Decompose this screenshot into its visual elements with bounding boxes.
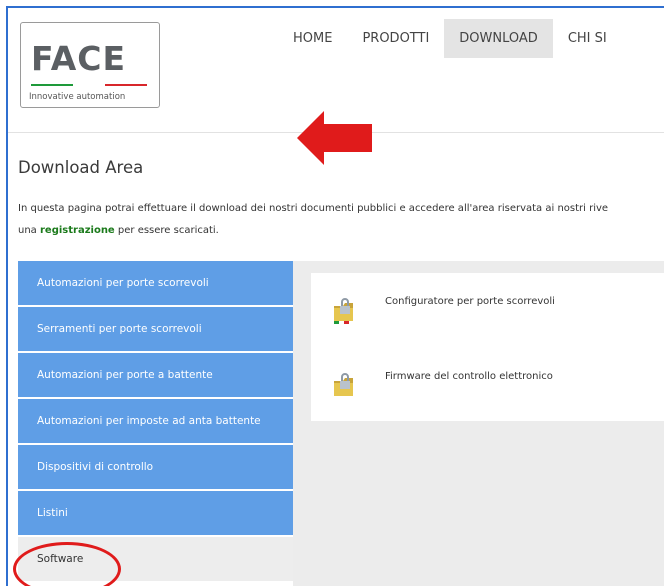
intro-suffix: per essere scaricati. [114,225,219,236]
nav-chi-siamo[interactable]: CHI SI [553,19,622,58]
logo-red-stripe [105,84,147,86]
face-logo[interactable]: FACE Innovative automation [20,22,160,108]
page-title: Download Area [18,158,144,177]
locked-folder-icon [331,373,361,403]
nav-download[interactable]: DOWNLOAD [444,18,553,58]
nav-home[interactable]: HOME [278,19,347,58]
download-label[interactable]: Firmware del controllo elettronico [385,371,553,382]
download-list: Configuratore per porte scorrevoli Firmw… [311,273,664,421]
nav-prodotti[interactable]: PRODOTTI [347,19,444,58]
logo-green-stripe [31,84,73,86]
category-sidebar: Automazioni per porte scorrevoli Serrame… [18,261,293,583]
logo-tagline: Innovative automation [29,92,126,102]
browser-page: FACE Innovative automation HOME PRODOTTI… [6,6,664,586]
download-item[interactable]: Configuratore per porte scorrevoli [331,296,555,328]
intro-text: In questa pagina potrai effettuare il do… [18,198,664,242]
sidebar-item-serramenti-scorrevoli[interactable]: Serramenti per porte scorrevoli [18,307,293,353]
sidebar-item-listini[interactable]: Listini [18,491,293,537]
intro-prefix: una [18,225,40,236]
logo-wordmark: FACE [31,39,127,78]
main-nav: HOME PRODOTTI DOWNLOAD CHI SI [278,18,622,58]
download-label[interactable]: Configuratore per porte scorrevoli [385,296,555,307]
sidebar-item-dispositivi-controllo[interactable]: Dispositivi di controllo [18,445,293,491]
registration-link[interactable]: registrazione [40,225,115,236]
locked-folder-italy-icon [331,298,361,328]
red-arrow-annotation [297,111,372,170]
sidebar-item-imposte-anta-battente[interactable]: Automazioni per imposte ad anta battente [18,399,293,445]
download-item[interactable]: Firmware del controllo elettronico [331,371,553,403]
intro-line-2: una registrazione per essere scaricati. [18,220,664,242]
intro-line-1: In questa pagina potrai effettuare il do… [18,203,609,214]
sidebar-item-automazioni-scorrevoli[interactable]: Automazioni per porte scorrevoli [18,261,293,307]
sidebar-item-automazioni-battente[interactable]: Automazioni per porte a battente [18,353,293,399]
download-content: Configuratore per porte scorrevoli Firmw… [293,261,664,586]
